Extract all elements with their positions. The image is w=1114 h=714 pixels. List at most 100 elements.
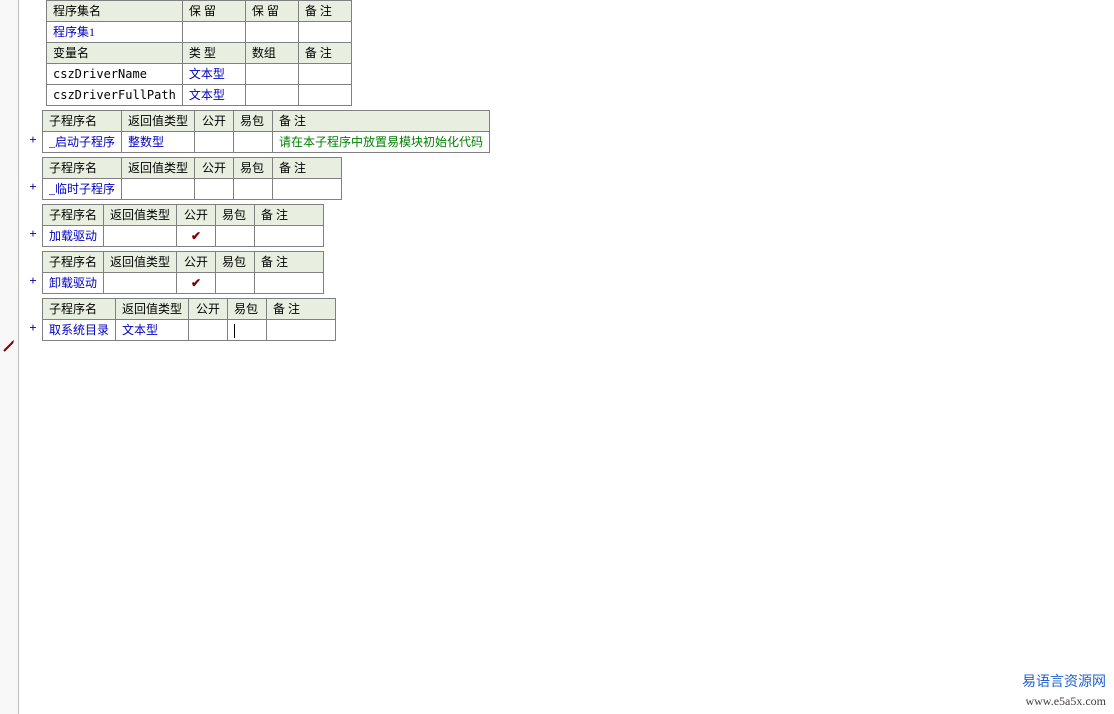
sub-remark-2[interactable] bbox=[255, 226, 324, 247]
var-type-1[interactable]: 文本型 bbox=[182, 85, 245, 106]
col-pkg: 易包 bbox=[216, 252, 255, 273]
col-var-name: 变量名 bbox=[47, 43, 183, 64]
sub-pkg-3[interactable] bbox=[216, 273, 255, 294]
col-sub-name: 子程序名 bbox=[43, 205, 104, 226]
expand-icon[interactable]: + bbox=[26, 179, 40, 195]
table-row: 子程序名 返回值类型 公开 易包 备 注 bbox=[43, 205, 324, 226]
col-remark: 备 注 bbox=[255, 205, 324, 226]
table-row: 子程序名 返回值类型 公开 易包 备 注 bbox=[43, 111, 490, 132]
sub-table-4[interactable]: 子程序名 返回值类型 公开 易包 备 注 取系统目录 文本型 bbox=[42, 298, 336, 341]
var-name-1[interactable]: cszDriverFullPath bbox=[47, 85, 183, 106]
col-pkg: 易包 bbox=[234, 158, 273, 179]
text-cursor-icon bbox=[234, 324, 235, 338]
watermark-url: www.e5a5x.com bbox=[1022, 692, 1106, 710]
table-row: _临时子程序 bbox=[43, 179, 342, 200]
sub-table-2[interactable]: 子程序名 返回值类型 公开 易包 备 注 加载驱动 ✔ bbox=[42, 204, 324, 247]
col-array: 数组 bbox=[245, 43, 298, 64]
col-public: 公开 bbox=[195, 111, 234, 132]
program-set-block: 程序集名 保 留 保 留 备 注 程序集1 变量名 类 型 数组 备 注 csz… bbox=[46, 0, 1114, 106]
table-row: 子程序名 返回值类型 公开 易包 备 注 bbox=[43, 158, 342, 179]
expand-icon[interactable]: + bbox=[26, 132, 40, 148]
col-sub-name: 子程序名 bbox=[43, 111, 122, 132]
table-row: 子程序名 返回值类型 公开 易包 备 注 bbox=[43, 252, 324, 273]
sub-return-1[interactable] bbox=[122, 179, 195, 200]
cell-reserve2[interactable] bbox=[245, 22, 298, 43]
col-sub-name: 子程序名 bbox=[43, 252, 104, 273]
table-row: 变量名 类 型 数组 备 注 bbox=[47, 43, 352, 64]
var-remark-0[interactable] bbox=[298, 64, 351, 85]
sub-table-1[interactable]: 子程序名 返回值类型 公开 易包 备 注 _临时子程序 bbox=[42, 157, 342, 200]
table-row: 卸载驱动 ✔ bbox=[43, 273, 324, 294]
sub-return-3[interactable] bbox=[104, 273, 177, 294]
sub-remark-3[interactable] bbox=[255, 273, 324, 294]
table-row: 取系统目录 文本型 bbox=[43, 320, 336, 341]
col-type: 类 型 bbox=[182, 43, 245, 64]
col-sub-name: 子程序名 bbox=[43, 158, 122, 179]
sub-pkg-2[interactable] bbox=[216, 226, 255, 247]
col-remark: 备 注 bbox=[255, 252, 324, 273]
table-row: 子程序名 返回值类型 公开 易包 备 注 bbox=[43, 299, 336, 320]
sub-pkg-0[interactable] bbox=[234, 132, 273, 153]
col-pkg: 易包 bbox=[234, 111, 273, 132]
left-gutter bbox=[0, 0, 19, 714]
col-return-type: 返回值类型 bbox=[116, 299, 189, 320]
col-return-type: 返回值类型 bbox=[122, 111, 195, 132]
program-set-table[interactable]: 程序集名 保 留 保 留 备 注 程序集1 变量名 类 型 数组 备 注 csz… bbox=[46, 0, 352, 106]
table-row: 加载驱动 ✔ bbox=[43, 226, 324, 247]
sub-public-0[interactable] bbox=[195, 132, 234, 153]
col-pkg: 易包 bbox=[216, 205, 255, 226]
table-row: cszDriverFullPath 文本型 bbox=[47, 85, 352, 106]
col-public: 公开 bbox=[195, 158, 234, 179]
sub-pkg-4[interactable] bbox=[228, 320, 267, 341]
col-public: 公开 bbox=[177, 205, 216, 226]
col-return-type: 返回值类型 bbox=[104, 252, 177, 273]
var-type-0[interactable]: 文本型 bbox=[182, 64, 245, 85]
expand-icon[interactable]: + bbox=[26, 226, 40, 242]
col-remark: 备 注 bbox=[273, 158, 342, 179]
var-name-0[interactable]: cszDriverName bbox=[47, 64, 183, 85]
sub-name-4[interactable]: 取系统目录 bbox=[43, 320, 116, 341]
col-pkg: 易包 bbox=[228, 299, 267, 320]
sub-table-3[interactable]: 子程序名 返回值类型 公开 易包 备 注 卸载驱动 ✔ bbox=[42, 251, 324, 294]
sub-name-2[interactable]: 加载驱动 bbox=[43, 226, 104, 247]
sub-public-1[interactable] bbox=[195, 179, 234, 200]
sub-remark-0[interactable]: 请在本子程序中放置易模块初始化代码 bbox=[273, 132, 490, 153]
col-remark: 备 注 bbox=[298, 1, 351, 22]
table-row: 程序集1 bbox=[47, 22, 352, 43]
cell-remark[interactable] bbox=[298, 22, 351, 43]
pen-icon bbox=[2, 340, 15, 353]
col-return-type: 返回值类型 bbox=[104, 205, 177, 226]
col-remark: 备 注 bbox=[273, 111, 490, 132]
expand-icon[interactable]: + bbox=[26, 320, 40, 336]
var-remark-1[interactable] bbox=[298, 85, 351, 106]
sub-return-2[interactable] bbox=[104, 226, 177, 247]
sub-block-0: + 子程序名 返回值类型 公开 易包 备 注 _启动子程序 整数型 请在本子程序… bbox=[42, 110, 1114, 153]
code-area: 程序集名 保 留 保 留 备 注 程序集1 变量名 类 型 数组 备 注 csz… bbox=[18, 0, 1114, 714]
cell-reserve1[interactable] bbox=[182, 22, 245, 43]
sub-name-3[interactable]: 卸载驱动 bbox=[43, 273, 104, 294]
sub-public-4[interactable] bbox=[189, 320, 228, 341]
sub-return-0[interactable]: 整数型 bbox=[122, 132, 195, 153]
sub-table-0[interactable]: 子程序名 返回值类型 公开 易包 备 注 _启动子程序 整数型 请在本子程序中放… bbox=[42, 110, 490, 153]
col-reserve2: 保 留 bbox=[245, 1, 298, 22]
sub-remark-4[interactable] bbox=[267, 320, 336, 341]
sub-block-2: + 子程序名 返回值类型 公开 易包 备 注 加载驱动 ✔ bbox=[42, 204, 1114, 247]
sub-block-3: + 子程序名 返回值类型 公开 易包 备 注 卸载驱动 ✔ bbox=[42, 251, 1114, 294]
var-array-1[interactable] bbox=[245, 85, 298, 106]
sub-name-0[interactable]: _启动子程序 bbox=[43, 132, 122, 153]
sub-public-3[interactable]: ✔ bbox=[177, 273, 216, 294]
program-set-name[interactable]: 程序集1 bbox=[47, 22, 183, 43]
table-row: _启动子程序 整数型 请在本子程序中放置易模块初始化代码 bbox=[43, 132, 490, 153]
col-reserve1: 保 留 bbox=[182, 1, 245, 22]
sub-return-4[interactable]: 文本型 bbox=[116, 320, 189, 341]
sub-block-1: + 子程序名 返回值类型 公开 易包 备 注 _临时子程序 bbox=[42, 157, 1114, 200]
col-sub-name: 子程序名 bbox=[43, 299, 116, 320]
expand-icon[interactable]: + bbox=[26, 273, 40, 289]
sub-remark-1[interactable] bbox=[273, 179, 342, 200]
col-public: 公开 bbox=[189, 299, 228, 320]
sub-public-2[interactable]: ✔ bbox=[177, 226, 216, 247]
col-remark: 备 注 bbox=[298, 43, 351, 64]
var-array-0[interactable] bbox=[245, 64, 298, 85]
sub-pkg-1[interactable] bbox=[234, 179, 273, 200]
sub-name-1[interactable]: _临时子程序 bbox=[43, 179, 122, 200]
